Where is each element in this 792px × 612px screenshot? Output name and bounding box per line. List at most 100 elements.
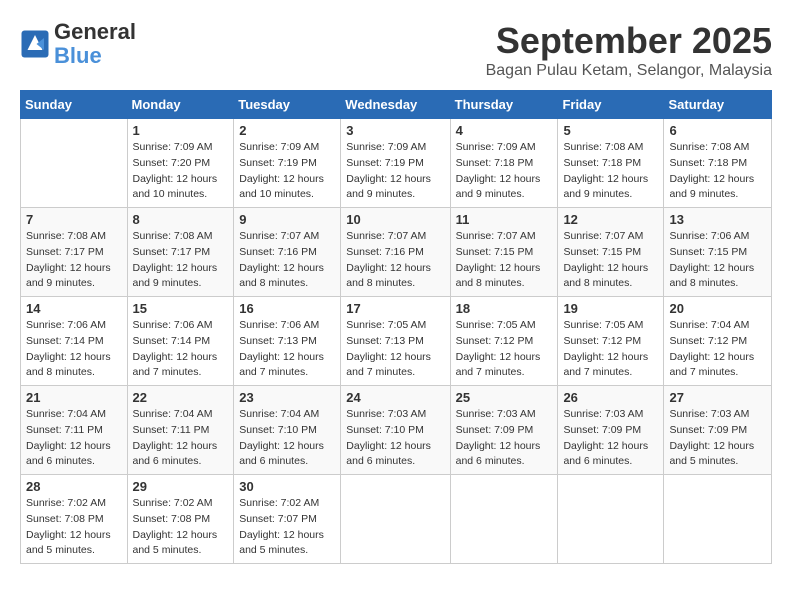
day-info: Sunrise: 7:09 AMSunset: 7:19 PMDaylight:… [239,140,335,203]
calendar-cell: 27 Sunrise: 7:03 AMSunset: 7:09 PMDayligh… [664,386,772,475]
day-number: 13 [669,212,766,227]
calendar-cell [21,119,128,208]
calendar-cell: 18 Sunrise: 7:05 AMSunset: 7:12 PMDayligh… [450,297,558,386]
day-info: Sunrise: 7:03 AMSunset: 7:09 PMDaylight:… [456,407,553,470]
day-number: 9 [239,212,335,227]
column-header-thursday: Thursday [450,91,558,119]
calendar-cell: 7 Sunrise: 7:08 AMSunset: 7:17 PMDaylight… [21,208,128,297]
day-number: 30 [239,479,335,494]
calendar-cell: 14Sunrise: 7:06 AMSunset: 7:14 PMDayligh… [21,297,128,386]
month-title: September 2025 [486,20,772,62]
day-number: 1 [133,123,229,138]
day-number: 18 [456,301,553,316]
logo-line2: Blue [54,44,136,68]
calendar-cell [341,475,450,564]
day-number: 23 [239,390,335,405]
day-info: Sunrise: 7:03 AMSunset: 7:09 PMDaylight:… [669,407,766,470]
day-info: Sunrise: 7:08 AMSunset: 7:17 PMDaylight:… [26,229,122,292]
day-number: 25 [456,390,553,405]
page-header: General Blue September 2025 Bagan Pulau … [20,20,772,80]
day-number: 16 [239,301,335,316]
day-number: 20 [669,301,766,316]
day-info: Sunrise: 7:09 AMSunset: 7:18 PMDaylight:… [456,140,553,203]
logo-icon [20,29,50,59]
calendar-cell: 20 Sunrise: 7:04 AMSunset: 7:12 PMDayligh… [664,297,772,386]
day-number: 26 [563,390,658,405]
day-info: Sunrise: 7:08 AMSunset: 7:18 PMDaylight:… [563,140,658,203]
calendar-table: SundayMondayTuesdayWednesdayThursdayFrid… [20,90,772,564]
calendar-cell: 22Sunrise: 7:04 AMSunset: 7:11 PMDayligh… [127,386,234,475]
day-info: Sunrise: 7:02 AMSunset: 7:08 PMDaylight:… [26,496,122,559]
day-info: Sunrise: 7:06 AMSunset: 7:13 PMDaylight:… [239,318,335,381]
title-block: September 2025 Bagan Pulau Ketam, Selang… [486,20,772,80]
day-info: Sunrise: 7:07 AMSunset: 7:15 PMDaylight:… [456,229,553,292]
day-number: 10 [346,212,444,227]
day-number: 12 [563,212,658,227]
day-info: Sunrise: 7:04 AMSunset: 7:10 PMDaylight:… [239,407,335,470]
calendar-cell: 3Sunrise: 7:09 AMSunset: 7:19 PMDaylight… [341,119,450,208]
day-info: Sunrise: 7:07 AMSunset: 7:16 PMDaylight:… [239,229,335,292]
calendar-week-row: 7 Sunrise: 7:08 AMSunset: 7:17 PMDaylight… [21,208,772,297]
day-info: Sunrise: 7:02 AMSunset: 7:07 PMDaylight:… [239,496,335,559]
day-number: 29 [133,479,229,494]
calendar-cell [450,475,558,564]
day-info: Sunrise: 7:06 AMSunset: 7:14 PMDaylight:… [133,318,229,381]
calendar-cell [558,475,664,564]
day-number: 27 [669,390,766,405]
day-info: Sunrise: 7:02 AMSunset: 7:08 PMDaylight:… [133,496,229,559]
calendar-cell: 28Sunrise: 7:02 AMSunset: 7:08 PMDayligh… [21,475,128,564]
logo: General Blue [20,20,136,68]
day-number: 7 [26,212,122,227]
calendar-week-row: 14Sunrise: 7:06 AMSunset: 7:14 PMDayligh… [21,297,772,386]
day-number: 3 [346,123,444,138]
day-number: 24 [346,390,444,405]
column-header-friday: Friday [558,91,664,119]
day-info: Sunrise: 7:05 AMSunset: 7:12 PMDaylight:… [456,318,553,381]
day-info: Sunrise: 7:07 AMSunset: 7:16 PMDaylight:… [346,229,444,292]
calendar-cell: 1 Sunrise: 7:09 AMSunset: 7:20 PMDaylight… [127,119,234,208]
day-number: 21 [26,390,122,405]
calendar-cell: 17 Sunrise: 7:05 AMSunset: 7:13 PMDayligh… [341,297,450,386]
day-number: 2 [239,123,335,138]
column-header-monday: Monday [127,91,234,119]
day-info: Sunrise: 7:03 AMSunset: 7:10 PMDaylight:… [346,407,444,470]
calendar-cell: 16 Sunrise: 7:06 AMSunset: 7:13 PMDayligh… [234,297,341,386]
calendar-cell: 2 Sunrise: 7:09 AMSunset: 7:19 PMDaylight… [234,119,341,208]
column-header-sunday: Sunday [21,91,128,119]
day-info: Sunrise: 7:06 AMSunset: 7:15 PMDaylight:… [669,229,766,292]
day-info: Sunrise: 7:03 AMSunset: 7:09 PMDaylight:… [563,407,658,470]
day-number: 19 [563,301,658,316]
day-info: Sunrise: 7:08 AMSunset: 7:17 PMDaylight:… [133,229,229,292]
day-info: Sunrise: 7:04 AMSunset: 7:12 PMDaylight:… [669,318,766,381]
day-number: 17 [346,301,444,316]
day-number: 6 [669,123,766,138]
calendar-cell: 10 Sunrise: 7:07 AMSunset: 7:16 PMDayligh… [341,208,450,297]
day-number: 8 [133,212,229,227]
calendar-cell: 6 Sunrise: 7:08 AMSunset: 7:18 PMDaylight… [664,119,772,208]
calendar-cell: 8 Sunrise: 7:08 AMSunset: 7:17 PMDaylight… [127,208,234,297]
day-info: Sunrise: 7:06 AMSunset: 7:14 PMDaylight:… [26,318,122,381]
day-info: Sunrise: 7:08 AMSunset: 7:18 PMDaylight:… [669,140,766,203]
day-info: Sunrise: 7:07 AMSunset: 7:15 PMDaylight:… [563,229,658,292]
day-number: 11 [456,212,553,227]
calendar-cell: 24 Sunrise: 7:03 AMSunset: 7:10 PMDayligh… [341,386,450,475]
day-number: 15 [133,301,229,316]
calendar-week-row: 1 Sunrise: 7:09 AMSunset: 7:20 PMDaylight… [21,119,772,208]
column-header-saturday: Saturday [664,91,772,119]
day-info: Sunrise: 7:04 AMSunset: 7:11 PMDaylight:… [26,407,122,470]
calendar-cell: 19 Sunrise: 7:05 AMSunset: 7:12 PMDayligh… [558,297,664,386]
calendar-cell: 21 Sunrise: 7:04 AMSunset: 7:11 PMDayligh… [21,386,128,475]
calendar-cell: 11 Sunrise: 7:07 AMSunset: 7:15 PMDayligh… [450,208,558,297]
calendar-cell: 13 Sunrise: 7:06 AMSunset: 7:15 PMDayligh… [664,208,772,297]
calendar-cell: 26 Sunrise: 7:03 AMSunset: 7:09 PMDayligh… [558,386,664,475]
day-number: 4 [456,123,553,138]
day-info: Sunrise: 7:05 AMSunset: 7:12 PMDaylight:… [563,318,658,381]
calendar-cell: 29 Sunrise: 7:02 AMSunset: 7:08 PMDayligh… [127,475,234,564]
day-info: Sunrise: 7:05 AMSunset: 7:13 PMDaylight:… [346,318,444,381]
day-number: 22 [133,390,229,405]
calendar-cell: 25 Sunrise: 7:03 AMSunset: 7:09 PMDayligh… [450,386,558,475]
logo-line1: General [54,20,136,44]
calendar-week-row: 28Sunrise: 7:02 AMSunset: 7:08 PMDayligh… [21,475,772,564]
calendar-cell [664,475,772,564]
day-info: Sunrise: 7:09 AMSunset: 7:20 PMDaylight:… [133,140,229,203]
